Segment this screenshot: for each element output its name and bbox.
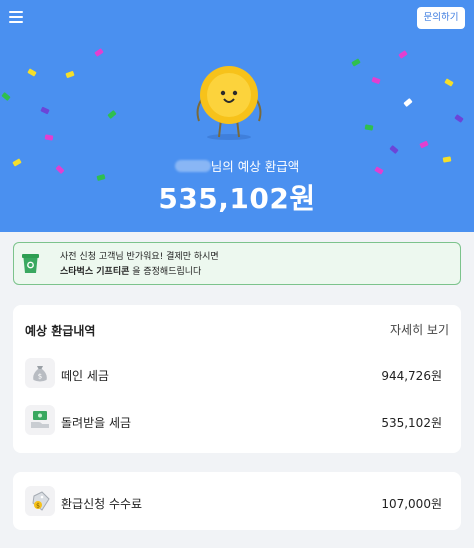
- promo-line-2: 을 증정해드립니다: [129, 267, 202, 277]
- row-label: 돌려받을 세금: [61, 416, 132, 430]
- fee-card: $ 환급신청 수수료 107,000원: [13, 472, 461, 530]
- list-item: $ 환급신청 수수료 107,000원: [13, 486, 461, 520]
- confetti-piece: [27, 68, 37, 77]
- promo-gift-name: 스타벅스 기프티콘: [60, 267, 130, 277]
- view-details-link[interactable]: 자세히 보기: [390, 321, 449, 338]
- confetti-piece: [44, 134, 54, 141]
- inquiry-button[interactable]: 문의하기: [417, 7, 465, 29]
- refund-summary-card: 예상 환급내역 자세히 보기 $ 떼인 세금 944,726원 돌려받을 세금 …: [13, 305, 461, 453]
- confetti-piece: [1, 92, 11, 101]
- promo-banner[interactable]: 사전 신청 고객님 반가워요! 결제만 하시면 스타벅스 기프티콘 을 증정해드…: [13, 242, 461, 285]
- coffee-cup-icon: [22, 254, 39, 273]
- confetti-piece: [94, 48, 104, 57]
- promo-text: 사전 신청 고객님 반가워요! 결제만 하시면 스타벅스 기프티콘 을 증정해드…: [60, 250, 219, 280]
- refund-summary-title: 예상 환급내역: [25, 324, 96, 338]
- row-label: 떼인 세금: [61, 369, 109, 383]
- svg-text:$: $: [36, 502, 40, 509]
- confetti-piece: [454, 114, 464, 123]
- fee-value: 107,000원: [381, 497, 442, 511]
- confetti-piece: [107, 110, 117, 119]
- confetti-piece: [65, 70, 75, 79]
- confetti-piece: [403, 98, 413, 107]
- confetti-piece: [444, 78, 454, 87]
- price-tag-icon: $: [25, 486, 55, 516]
- confetti-piece: [419, 140, 429, 149]
- cash-hand-icon: [25, 405, 55, 435]
- coin-mascot-icon: [196, 66, 262, 140]
- promo-line-1: 사전 신청 고객님 반가워요! 결제만 하시면: [60, 252, 219, 262]
- row-value: 944,726원: [381, 369, 442, 383]
- confetti-piece: [371, 76, 381, 85]
- confetti-piece: [364, 124, 374, 131]
- refund-amount: 535,102원: [158, 182, 316, 215]
- blurred-user-name: [174, 160, 211, 172]
- confetti-piece: [351, 58, 361, 67]
- user-name-line: 님의 예상 환급액: [0, 156, 474, 175]
- confetti-piece: [40, 106, 50, 115]
- hero-subtitle: 님의 예상 환급액: [210, 159, 300, 174]
- hero-banner: 문의하기 님의 예상 환급액 535,102원: [0, 0, 474, 232]
- list-item: $ 떼인 세금 944,726원: [13, 358, 461, 392]
- fee-label: 환급신청 수수료: [61, 497, 143, 511]
- row-value: 535,102원: [381, 416, 442, 430]
- svg-text:$: $: [38, 373, 42, 381]
- hamburger-menu-icon[interactable]: [9, 11, 23, 23]
- confetti-piece: [389, 145, 399, 154]
- money-bag-icon: $: [25, 358, 55, 388]
- confetti-piece: [398, 50, 408, 59]
- list-item: 돌려받을 세금 535,102원: [13, 405, 461, 439]
